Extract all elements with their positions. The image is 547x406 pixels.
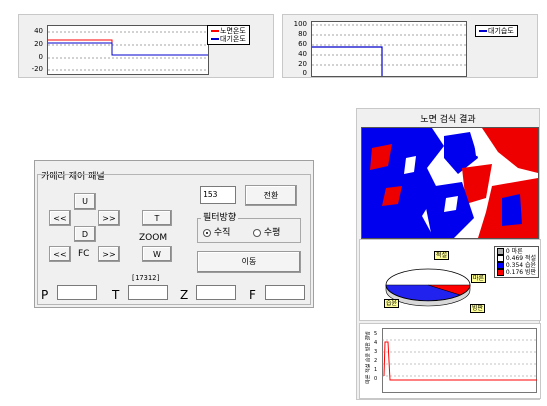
radio-label: 수평 <box>263 228 281 238</box>
humidity-plot-area <box>311 21 467 77</box>
pan-label: P <box>41 288 49 302</box>
y-tick-label: 20 <box>298 60 307 68</box>
legend-swatch <box>211 30 219 32</box>
legend-label: 0 마른 <box>505 248 523 255</box>
filter-horizontal-radio[interactable]: 수평 <box>253 228 280 238</box>
pan-field[interactable] <box>57 285 97 300</box>
focus-field[interactable] <box>265 285 305 300</box>
legend-label: 대기습도 <box>488 27 514 35</box>
y-tick-label: 80 <box>298 30 307 38</box>
position-counter: [17312] <box>131 274 161 282</box>
legend-label: 노면온도 <box>220 27 246 35</box>
switch-button[interactable]: 전환 <box>245 185 297 206</box>
state-history-plot <box>382 328 537 393</box>
results-panel: 노면 검식 결과 적설 마른 빙판 습윤 0 마른 0.469 적설 0.354… <box>356 108 541 400</box>
pie-legend: 0 마른 0.469 적설 0.354 습윤 0.176 빙판 <box>494 246 540 278</box>
y-tick-label: 40 <box>34 27 43 35</box>
temperature-plot-area <box>47 25 209 75</box>
filter-vertical-radio[interactable]: 수직 <box>203 228 230 238</box>
tilt-field[interactable] <box>128 285 168 300</box>
right-button[interactable]: >> <box>98 210 120 226</box>
up-button[interactable]: U <box>74 193 96 210</box>
temperature-chart-panel: 40 20 0 -20 노면온도 대기온도 <box>18 14 274 78</box>
legend-label: 0.176 빙판 <box>505 269 537 276</box>
y-tick-label: 5 <box>374 331 378 337</box>
radio-selected-icon <box>203 228 211 237</box>
pie-legend-entry: 0 마른 <box>497 248 536 255</box>
tilt-label: T <box>112 288 120 302</box>
y-tick-label: 60 <box>298 40 307 48</box>
legend-swatch <box>497 262 504 269</box>
channel-input[interactable]: 153 <box>200 186 236 204</box>
legend-label: 0.354 습윤 <box>505 262 537 269</box>
y-tick-label: 3 <box>374 349 378 355</box>
pie-label: 적설 <box>434 251 450 260</box>
pie-legend-entry: 0.176 빙판 <box>497 269 536 276</box>
legend-entry: 대기습도 <box>479 27 514 35</box>
y-tick-label: 40 <box>298 50 307 58</box>
filter-direction-title: 필터방향 <box>201 213 239 223</box>
legend-swatch <box>497 255 504 262</box>
state-tick-labels: 5 4 3 2 1 0 <box>374 330 377 384</box>
camera-control-panel: 카메라 제어 패널 U << >> D T ZOOM W << FC >> 15… <box>34 160 314 308</box>
radio-label: 수직 <box>213 228 231 238</box>
humidity-legend: 대기습도 <box>475 25 518 37</box>
temperature-plot-svg <box>48 31 208 71</box>
pie-chart-panel: 적설 마른 빙판 습윤 0 마른 0.469 적설 0.354 습윤 0.176… <box>359 239 541 321</box>
pie-label: 빙판 <box>470 304 486 313</box>
y-tick-label: 0 <box>38 53 43 61</box>
humidity-plot-svg <box>312 24 466 76</box>
legend-label: 0.469 적설 <box>505 255 537 262</box>
legend-label: 대기온도 <box>220 35 246 43</box>
legend-entry: 대기온도 <box>211 35 246 43</box>
zoom-tele-button[interactable]: T <box>142 210 172 226</box>
y-tick-label: 1 <box>374 367 378 373</box>
road-camera-image <box>361 127 539 239</box>
y-tick-label: 20 <box>34 40 43 48</box>
legend-swatch <box>479 30 487 32</box>
focus-field-label: F <box>249 288 256 302</box>
down-button[interactable]: D <box>74 226 96 242</box>
left-button[interactable]: << <box>49 210 71 226</box>
legend-entry: 노면온도 <box>211 27 246 35</box>
zoom-field-label: Z <box>180 288 189 302</box>
pie-legend-entry: 0.469 적설 <box>497 255 536 262</box>
y-tick-label: 100 <box>293 20 307 28</box>
pie-label: 마른 <box>471 274 487 283</box>
move-button[interactable]: 이동 <box>197 251 301 273</box>
humidity-chart-panel: 100 80 60 40 20 0 대기습도 <box>282 14 538 78</box>
y-tick-label: 4 <box>374 340 378 346</box>
focus-far-button[interactable]: >> <box>98 246 120 262</box>
y-tick-label: 0 <box>374 376 378 382</box>
temperature-legend: 노면온도 대기온도 <box>207 25 250 45</box>
y-tick-label: -20 <box>31 65 43 73</box>
focus-near-button[interactable]: << <box>49 246 71 262</box>
state-history-panel: 마른 적설 습윤 빙판 결빙 5 4 3 2 1 0 <box>359 323 541 399</box>
legend-swatch <box>497 269 504 276</box>
zoom-label: ZOOM <box>139 233 168 243</box>
zoom-wide-button[interactable]: W <box>142 246 172 262</box>
state-axis-label: 마른 적설 습윤 빙판 결빙 <box>365 331 372 384</box>
legend-swatch <box>497 248 504 255</box>
road-classification-image <box>362 128 538 238</box>
focus-label: FC <box>78 249 90 259</box>
zoom-field[interactable] <box>196 285 236 300</box>
legend-swatch <box>211 38 219 40</box>
radio-unselected-icon <box>253 228 261 237</box>
pie-label: 습윤 <box>384 299 400 308</box>
y-tick-label: 0 <box>302 69 307 77</box>
pie-legend-entry: 0.354 습윤 <box>497 262 536 269</box>
results-title: 노면 검식 결과 <box>420 115 476 125</box>
y-tick-label: 2 <box>374 358 378 364</box>
